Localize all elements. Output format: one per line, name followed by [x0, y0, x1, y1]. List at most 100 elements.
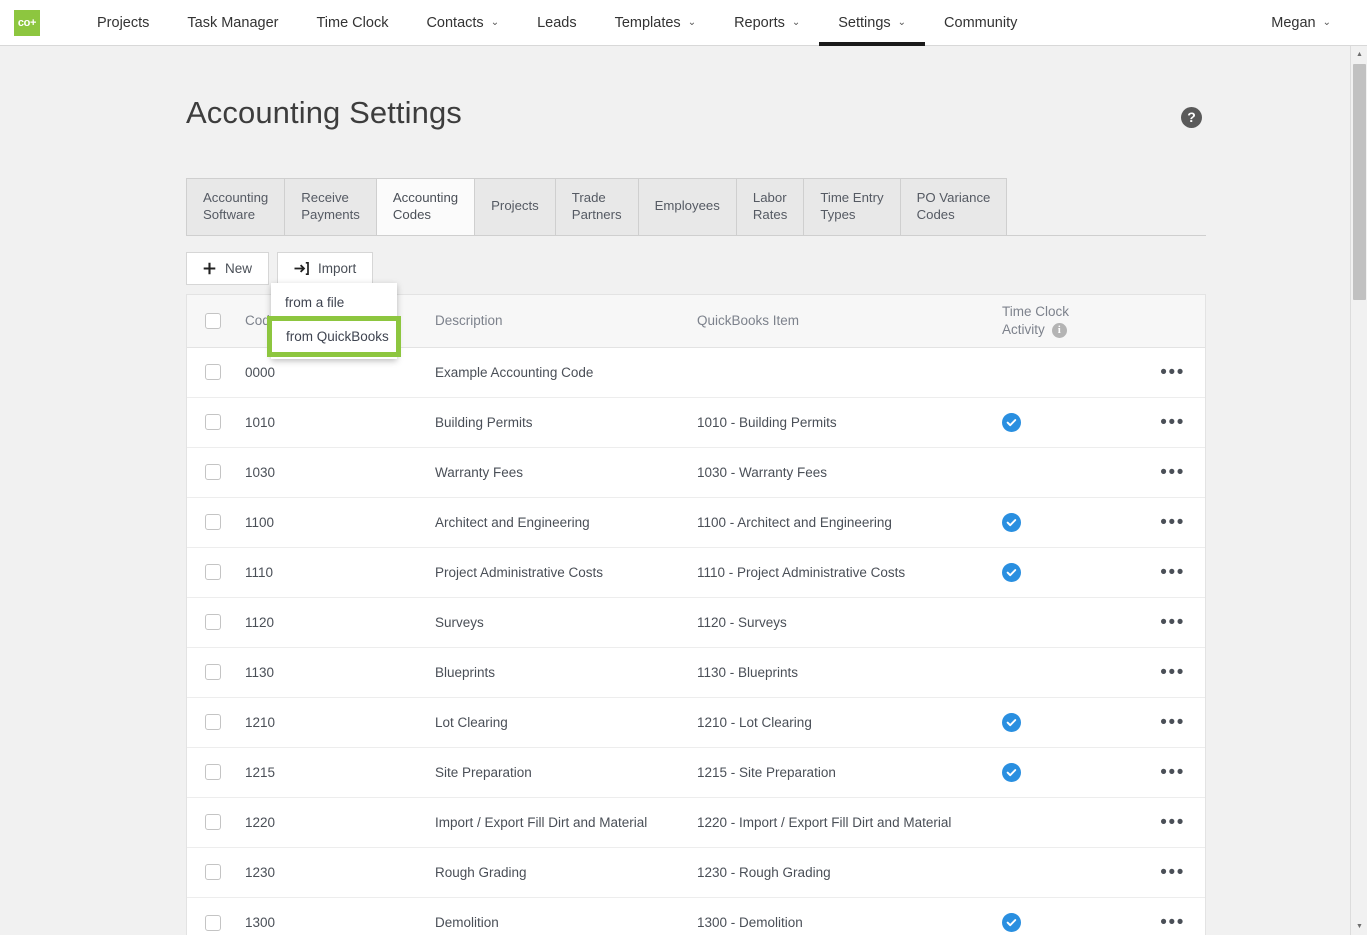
nav-item-settings[interactable]: Settings⌄ [819, 0, 925, 46]
subtab-po-variance-codes[interactable]: PO VarianceCodes [900, 178, 1008, 235]
cell-code: 1300 [245, 915, 435, 930]
page-scrollbar[interactable]: ▲ ▼ [1350, 46, 1367, 935]
nav-item-contacts[interactable]: Contacts⌄ [407, 0, 518, 46]
row-menu-icon[interactable]: ••• [1160, 413, 1185, 432]
column-header-description[interactable]: Description [435, 313, 697, 328]
new-button[interactable]: New [186, 252, 269, 285]
subtab-employees[interactable]: Employees [638, 178, 736, 235]
subtab-label-line2: Types [820, 207, 883, 224]
table-row[interactable]: 1030Warranty Fees1030 - Warranty Fees••• [187, 448, 1205, 498]
cell-row-actions: ••• [1132, 563, 1205, 582]
select-all-cell [187, 313, 245, 329]
nav-item-community[interactable]: Community [925, 0, 1036, 46]
nav-item-label: Contacts [426, 15, 483, 31]
import-button[interactable]: Import [277, 252, 373, 285]
row-menu-icon[interactable]: ••• [1160, 563, 1185, 582]
subtab-time-entry-types[interactable]: Time EntryTypes [803, 178, 899, 235]
subtab-label-line1: Trade [572, 190, 622, 207]
check-circle-icon [1002, 713, 1021, 732]
row-select-checkbox[interactable] [205, 614, 221, 630]
column-header-time-clock-activity[interactable]: Time Clock Activityi [1002, 303, 1132, 339]
check-circle-icon [1002, 763, 1021, 782]
subtab-trade-partners[interactable]: TradePartners [555, 178, 638, 235]
time-clock-activity-line2-wrap: Activityi [1002, 321, 1132, 339]
table-row[interactable]: 1120Surveys1120 - Surveys••• [187, 598, 1205, 648]
import-dropdown-menu: from a filefrom QuickBooks [271, 283, 397, 359]
settings-subtabs: AccountingSoftwareReceivePaymentsAccount… [186, 178, 1206, 236]
import-arrow-icon [294, 262, 309, 275]
check-circle-icon [1002, 913, 1021, 932]
cell-time-clock-activity [1002, 563, 1132, 582]
subtab-label-line1: Projects [491, 198, 539, 215]
import-menu-item-from-a-file[interactable]: from a file [271, 287, 397, 318]
row-select-checkbox[interactable] [205, 664, 221, 680]
page-body: Accounting Settings ? AccountingSoftware… [0, 46, 1350, 935]
app-logo[interactable]: co+ [14, 10, 40, 36]
nav-item-leads[interactable]: Leads [518, 0, 596, 46]
subtab-labor-rates[interactable]: LaborRates [736, 178, 803, 235]
table-row[interactable]: 1010Building Permits1010 - Building Perm… [187, 398, 1205, 448]
nav-item-task-manager[interactable]: Task Manager [168, 0, 297, 46]
row-menu-icon[interactable]: ••• [1160, 613, 1185, 632]
table-row[interactable]: 1130Blueprints1130 - Blueprints••• [187, 648, 1205, 698]
row-select-checkbox[interactable] [205, 915, 221, 931]
row-select-checkbox[interactable] [205, 764, 221, 780]
row-select-cell [187, 414, 245, 430]
row-select-cell [187, 364, 245, 380]
table-row[interactable]: 1220Import / Export Fill Dirt and Materi… [187, 798, 1205, 848]
subtab-label-line1: Time Entry [820, 190, 883, 207]
info-icon[interactable]: i [1052, 323, 1067, 338]
table-row[interactable]: 1230Rough Grading1230 - Rough Grading••• [187, 848, 1205, 898]
column-header-quickbooks-item[interactable]: QuickBooks Item [697, 313, 1002, 328]
subtab-receive-payments[interactable]: ReceivePayments [284, 178, 376, 235]
row-menu-icon[interactable]: ••• [1160, 463, 1185, 482]
cell-quickbooks-item: 1100 - Architect and Engineering [697, 515, 1002, 530]
nav-item-templates[interactable]: Templates⌄ [596, 0, 715, 46]
cell-row-actions: ••• [1132, 613, 1205, 632]
table-row[interactable]: 1210Lot Clearing1210 - Lot Clearing••• [187, 698, 1205, 748]
help-icon[interactable]: ? [1181, 107, 1202, 128]
row-menu-icon[interactable]: ••• [1160, 663, 1185, 682]
scroll-up-arrow-icon[interactable]: ▲ [1351, 46, 1367, 63]
chevron-down-icon: ⌄ [688, 18, 696, 28]
scrollbar-thumb[interactable] [1353, 64, 1366, 300]
import-menu-item-from-quickbooks[interactable]: from QuickBooks [272, 321, 396, 352]
row-select-cell [187, 814, 245, 830]
nav-item-reports[interactable]: Reports⌄ [715, 0, 819, 46]
subtab-projects[interactable]: Projects [474, 178, 555, 235]
table-row[interactable]: 1300Demolition1300 - Demolition••• [187, 898, 1205, 935]
nav-item-projects[interactable]: Projects [78, 0, 168, 46]
row-select-checkbox[interactable] [205, 464, 221, 480]
row-menu-icon[interactable]: ••• [1160, 813, 1185, 832]
subtab-label-line1: Accounting [393, 190, 458, 207]
row-select-checkbox[interactable] [205, 814, 221, 830]
row-menu-icon[interactable]: ••• [1160, 863, 1185, 882]
row-select-checkbox[interactable] [205, 364, 221, 380]
row-menu-icon[interactable]: ••• [1160, 713, 1185, 732]
subtab-accounting-software[interactable]: AccountingSoftware [186, 178, 284, 235]
table-row[interactable]: 1215Site Preparation1215 - Site Preparat… [187, 748, 1205, 798]
nav-item-time-clock[interactable]: Time Clock [297, 0, 407, 46]
row-menu-icon[interactable]: ••• [1160, 513, 1185, 532]
check-circle-icon [1002, 413, 1021, 432]
cell-row-actions: ••• [1132, 813, 1205, 832]
subtab-label-line1: Receive [301, 190, 360, 207]
select-all-checkbox[interactable] [205, 313, 221, 329]
user-menu[interactable]: Megan ⌄ [1263, 0, 1339, 46]
row-menu-icon[interactable]: ••• [1160, 913, 1185, 932]
row-menu-icon[interactable]: ••• [1160, 363, 1185, 382]
table-row[interactable]: 1110Project Administrative Costs1110 - P… [187, 548, 1205, 598]
cell-code: 1230 [245, 865, 435, 880]
row-menu-icon[interactable]: ••• [1160, 763, 1185, 782]
subtab-accounting-codes[interactable]: AccountingCodes [376, 178, 474, 235]
row-select-checkbox[interactable] [205, 864, 221, 880]
row-select-checkbox[interactable] [205, 564, 221, 580]
scroll-down-arrow-icon[interactable]: ▼ [1351, 918, 1367, 935]
cell-description: Warranty Fees [435, 465, 697, 480]
cell-quickbooks-item: 1300 - Demolition [697, 915, 1002, 930]
cell-time-clock-activity [1002, 913, 1132, 932]
row-select-checkbox[interactable] [205, 714, 221, 730]
table-row[interactable]: 1100Architect and Engineering1100 - Arch… [187, 498, 1205, 548]
row-select-checkbox[interactable] [205, 514, 221, 530]
row-select-checkbox[interactable] [205, 414, 221, 430]
